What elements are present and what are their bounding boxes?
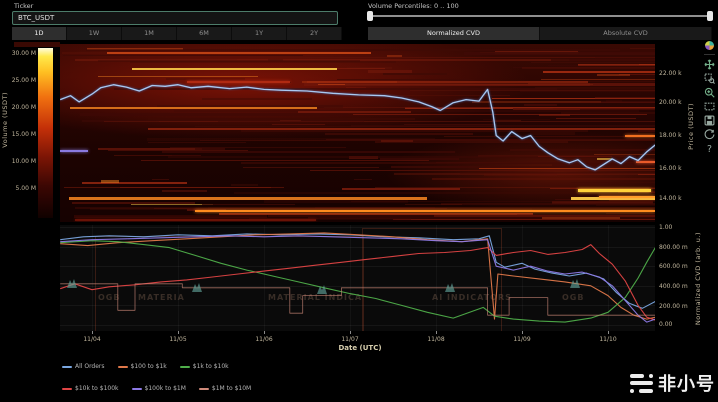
legend-swatch xyxy=(132,388,142,390)
bokeh-logo-icon[interactable] xyxy=(705,41,714,50)
tick-label: 25.00 M xyxy=(6,77,36,84)
reset-tool-icon[interactable] xyxy=(704,129,715,140)
tick-label: 400.00 m xyxy=(659,283,688,290)
box-select-tool-icon[interactable] xyxy=(704,101,715,112)
legend-label: $1k to $10k xyxy=(193,363,229,370)
feixiaohao-logo-icon xyxy=(630,372,653,395)
tick-label: 800.00 m xyxy=(659,244,688,251)
tick-label: 15.00 M xyxy=(6,131,36,138)
legend-item-10k-100k[interactable]: $10k to $100k xyxy=(62,385,119,392)
ticker-label: Ticker xyxy=(14,2,33,10)
axis-tick-mark xyxy=(92,331,93,334)
toolbar-divider xyxy=(704,54,715,55)
firecharts-dashboard: Ticker Volume Percentiles: 0 .. 100 1D 1… xyxy=(0,0,718,402)
timeframe-tabs: 1D 1W 1M 6M 1Y 2Y xyxy=(12,27,342,40)
box-zoom-tool-icon[interactable] xyxy=(704,73,715,84)
tab-absolute-cvd[interactable]: Absolute CVD xyxy=(540,27,712,40)
tick-label: 600.00 m xyxy=(659,263,688,270)
legend-label: $100 to $1k xyxy=(131,363,167,370)
date-tick-label: 11/08 xyxy=(419,336,453,343)
legend-item-all-orders[interactable]: All Orders xyxy=(62,363,105,370)
tab-1d[interactable]: 1D xyxy=(12,27,67,40)
tick-label: 30.00 M xyxy=(6,50,36,57)
tab-2y[interactable]: 2Y xyxy=(287,27,342,40)
tick-label: 20.00 M xyxy=(6,104,36,111)
legend-item-100-1k[interactable]: $100 to $1k xyxy=(118,363,167,370)
legend-swatch xyxy=(62,388,72,390)
tick-label: 1.00 xyxy=(659,224,672,231)
legend-item-1k-10k[interactable]: $1k to $10k xyxy=(180,363,229,370)
slider-handle-max[interactable] xyxy=(707,11,713,21)
date-tick-label: 11/06 xyxy=(247,336,281,343)
plot-toolbar: ? xyxy=(702,41,717,154)
pan-tool-icon[interactable] xyxy=(704,59,715,70)
tick-label: 10.00 M xyxy=(6,158,36,165)
tick-label: 14.00 k xyxy=(659,195,682,202)
legend-label: $10k to $100k xyxy=(75,385,119,392)
volume-colorbar xyxy=(38,48,53,218)
tick-label: 16.00 k xyxy=(659,165,682,172)
save-tool-icon[interactable] xyxy=(704,115,715,126)
legend-row-1: All Orders $100 to $1k $1k to $10k xyxy=(62,363,229,370)
tab-1w[interactable]: 1W xyxy=(67,27,122,40)
price-axis-title: Price (USDT) xyxy=(687,103,695,150)
cvd-series--1m-to-10m xyxy=(60,284,655,315)
tick-label: 200.00 m xyxy=(659,303,688,310)
heatmap-edge-strip xyxy=(14,42,60,47)
slider-track[interactable] xyxy=(368,15,712,17)
legend-swatch xyxy=(118,366,128,368)
legend-label: $1M to $10M xyxy=(212,385,251,392)
tick-label: 18.00 k xyxy=(659,132,682,139)
axis-tick-mark xyxy=(436,331,437,334)
legend-item-100k-1M[interactable]: $100k to $1M xyxy=(132,385,186,392)
axis-tick-mark xyxy=(608,331,609,334)
date-tick-label: 11/05 xyxy=(161,336,195,343)
cvd-chart[interactable]: OGBMATERIAMATERIAL INDICAAI INDICATORSOG… xyxy=(60,225,655,331)
legend-label: All Orders xyxy=(75,363,105,370)
tab-normalized-cvd[interactable]: Normalized CVD xyxy=(368,27,540,40)
ticker-input[interactable] xyxy=(12,11,338,25)
hover-tool-icon[interactable]: ? xyxy=(704,143,715,154)
tick-label: 0.00 xyxy=(659,321,672,328)
price-line-svg xyxy=(60,44,655,222)
legend-label: $100k to $1M xyxy=(145,385,186,392)
tab-1y[interactable]: 1Y xyxy=(232,27,287,40)
cvd-mode-tabs: Normalized CVD Absolute CVD xyxy=(368,27,712,40)
date-tick-label: 11/10 xyxy=(591,336,625,343)
tick-label: 20.00 k xyxy=(659,99,682,106)
cvd-lines-svg xyxy=(60,225,655,331)
legend-swatch xyxy=(199,388,209,390)
feixiaohao-logo-text: 非小号 xyxy=(658,370,715,396)
tick-label: 22.00 k xyxy=(659,70,682,77)
orderbook-heatmap[interactable] xyxy=(60,44,655,222)
axis-tick-mark xyxy=(522,331,523,334)
volume-percentiles-label: Volume Percentiles: 0 .. 100 xyxy=(368,2,459,10)
axis-tick-mark xyxy=(264,331,265,334)
date-tick-label: 11/04 xyxy=(75,336,109,343)
svg-text:?: ? xyxy=(707,144,712,154)
wheel-zoom-tool-icon[interactable] xyxy=(704,87,715,98)
legend-row-2: $10k to $100k $100k to $1M $1M to $10M xyxy=(62,385,251,392)
date-axis-title: Date (UTC) xyxy=(325,344,395,352)
date-tick-label: 11/07 xyxy=(333,336,367,343)
volume-axis-title: Volume (USDT) xyxy=(1,92,9,148)
volume-percentiles-slider[interactable] xyxy=(368,10,712,22)
tick-label: 5.00 M xyxy=(6,185,36,192)
slider-handle-min[interactable] xyxy=(367,11,373,21)
legend-swatch xyxy=(62,366,72,368)
axis-tick-mark xyxy=(178,331,179,334)
date-tick-label: 11/09 xyxy=(505,336,539,343)
cvd-series--100k-to-1m xyxy=(60,236,655,322)
cvd-axis-title: Normalized CVD (arb. u.) xyxy=(694,232,702,325)
legend-swatch xyxy=(180,366,190,368)
feixiaohao-watermark: 非小号 xyxy=(630,370,715,396)
tab-1m[interactable]: 1M xyxy=(122,27,177,40)
legend-item-1M-10M[interactable]: $1M to $10M xyxy=(199,385,251,392)
tab-6m[interactable]: 6M xyxy=(177,27,232,40)
axis-tick-mark xyxy=(350,331,351,334)
